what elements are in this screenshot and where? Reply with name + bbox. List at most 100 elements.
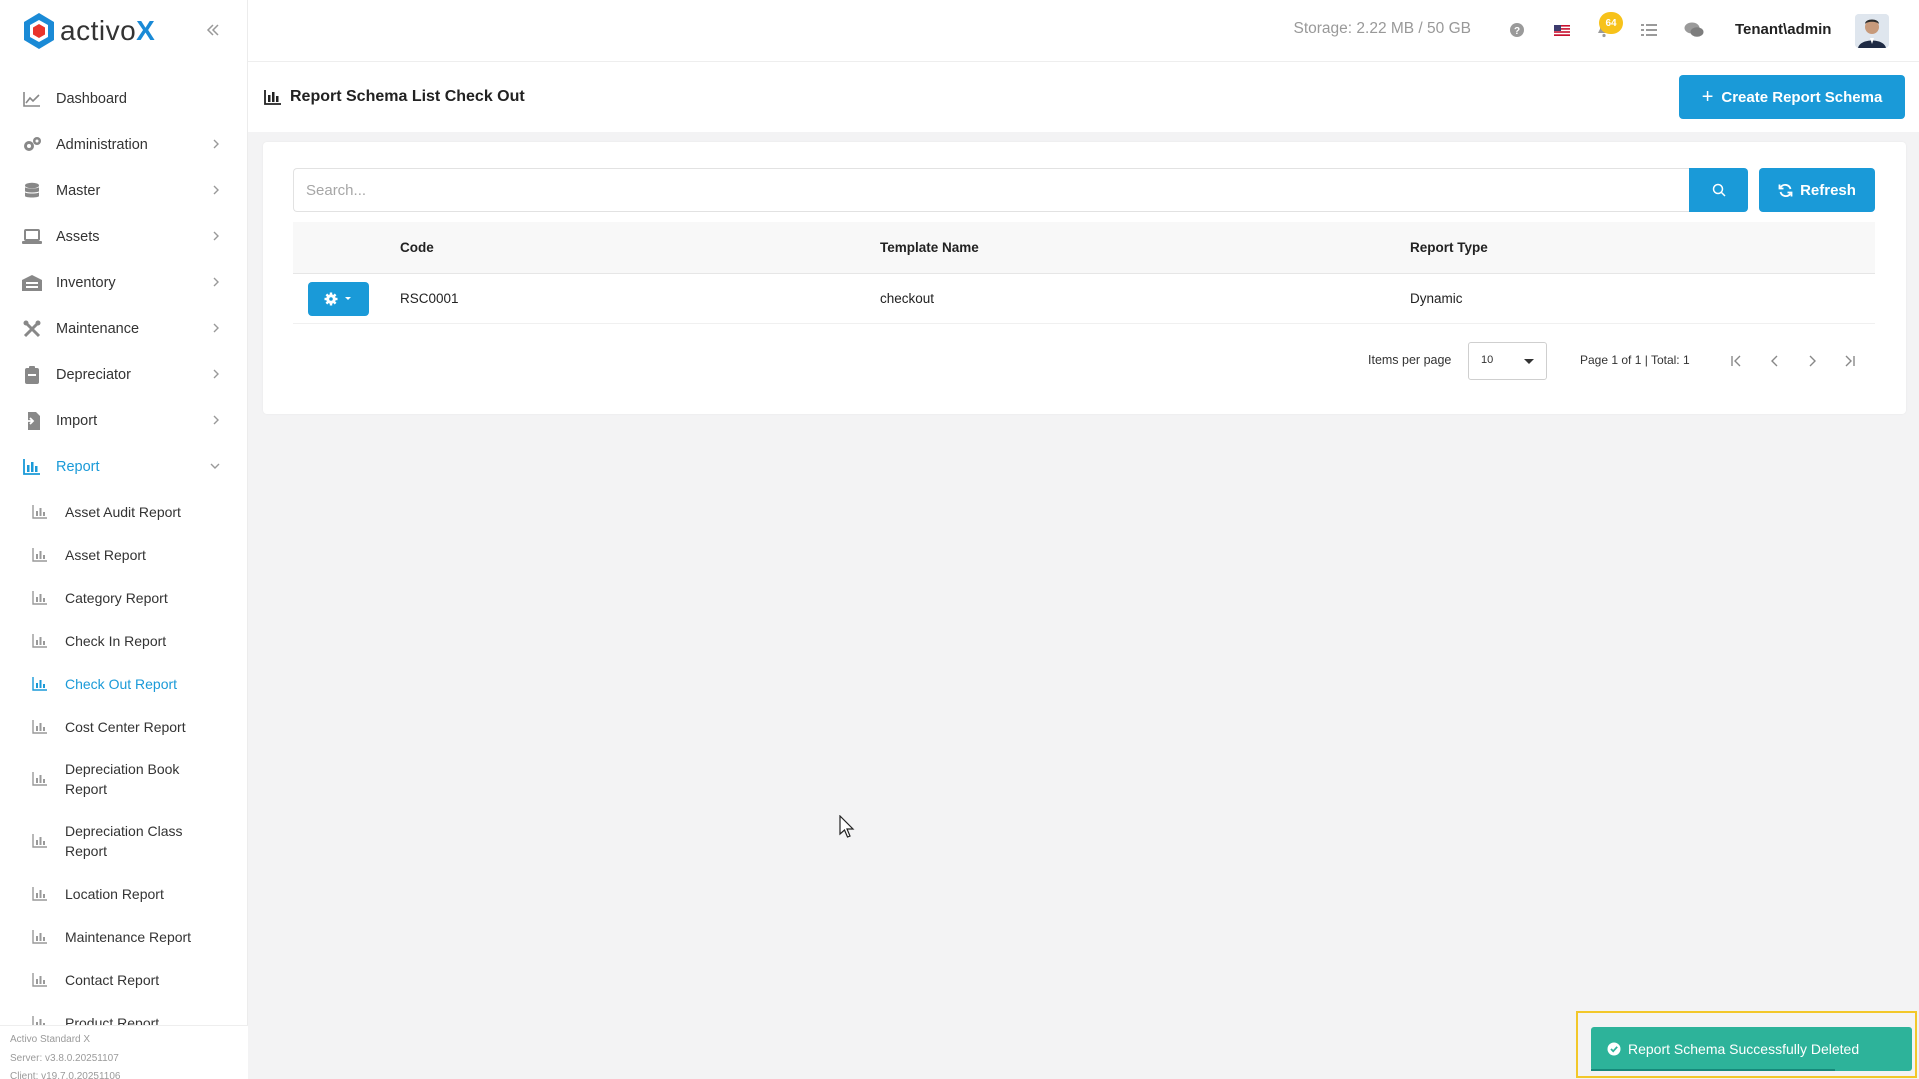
items-per-page-value: 10 xyxy=(1481,354,1494,366)
avatar[interactable] xyxy=(1855,14,1889,48)
toast-progress-bar xyxy=(1591,1069,1835,1071)
sidebar-subitem-label: Maintenance Report xyxy=(65,928,192,945)
sidebar-item-label: Administration xyxy=(56,137,148,153)
cell-code: RSC0001 xyxy=(400,291,459,306)
sidebar-item-label: Master xyxy=(56,183,101,199)
sidebar-nav: Dashboard Administration Master Assets I… xyxy=(0,76,247,1025)
user-name[interactable]: Tenant\admin xyxy=(1735,21,1831,38)
sidebar-subitem-product-report[interactable]: Product Report xyxy=(0,1001,247,1025)
sidebar-item-dashboard[interactable]: Dashboard xyxy=(0,76,247,122)
next-page-button[interactable] xyxy=(1801,350,1823,372)
first-page-button[interactable] xyxy=(1726,350,1748,372)
gears-icon xyxy=(22,135,42,155)
last-page-button[interactable] xyxy=(1838,350,1860,372)
tasks-icon[interactable] xyxy=(1639,20,1659,40)
sidebar-subitem-label: Asset Report xyxy=(65,546,146,563)
sidebar-item-label: Import xyxy=(56,413,98,429)
cell-template-name: checkout xyxy=(880,291,935,306)
sidebar-item-depreciator[interactable]: Depreciator xyxy=(0,352,247,398)
search-input[interactable] xyxy=(294,169,1689,211)
sidebar-subitem-maintenance-report[interactable]: Maintenance Report xyxy=(0,915,247,958)
file-import-icon xyxy=(22,411,42,431)
chevron-down-icon xyxy=(210,463,220,469)
storage-usage: Storage: 2.22 MB / 50 GB xyxy=(1293,20,1472,37)
sidebar-subitem-depreciation-book-report[interactable]: Depreciation Book Report xyxy=(0,748,247,810)
sidebar-item-label: Report xyxy=(56,459,100,475)
database-icon xyxy=(22,181,42,201)
items-per-page-select[interactable]: 10 xyxy=(1468,342,1547,380)
previous-page-button[interactable] xyxy=(1764,350,1786,372)
gear-icon xyxy=(324,292,338,306)
sidebar-subitem-depreciation-class-report[interactable]: Depreciation Class Report xyxy=(0,810,247,872)
sidebar-item-label: Depreciator xyxy=(56,367,131,383)
sidebar-item-import[interactable]: Import xyxy=(0,398,247,444)
chevron-right-icon xyxy=(213,369,219,379)
collapse-sidebar-button[interactable] xyxy=(205,18,221,44)
search-field[interactable] xyxy=(293,168,1689,212)
sidebar-subitem-asset-audit-report[interactable]: Asset Audit Report xyxy=(0,490,247,533)
sidebar-subitem-label: Asset Audit Report xyxy=(65,503,181,520)
bar-chart-icon xyxy=(32,972,47,987)
sidebar-subitem-location-report[interactable]: Location Report xyxy=(0,872,247,915)
items-per-page-label: Items per page xyxy=(1368,353,1452,367)
caret-down-icon xyxy=(345,297,351,300)
create-report-schema-label: Create Report Schema xyxy=(1721,88,1883,106)
line-chart-icon xyxy=(22,89,42,109)
activox-logo-icon xyxy=(24,13,54,49)
server-version-text: Server: v3.8.0.20251107 xyxy=(10,1052,119,1064)
sidebar-subitem-check-out-report[interactable]: Check Out Report xyxy=(0,662,247,705)
sidebar-item-inventory[interactable]: Inventory xyxy=(0,260,247,306)
page-info: Page 1 of 1 | Total: 1 xyxy=(1580,353,1690,367)
column-header-report-type[interactable]: Report Type xyxy=(1410,240,1488,255)
sidebar-item-report[interactable]: Report xyxy=(0,444,247,490)
row-actions-button[interactable] xyxy=(308,282,369,316)
sidebar-item-assets[interactable]: Assets xyxy=(0,214,247,260)
bar-chart-icon xyxy=(32,504,47,519)
page-title: Report Schema List Check Out xyxy=(264,88,525,106)
refresh-icon xyxy=(1778,183,1793,197)
calculator-icon xyxy=(22,365,42,385)
sidebar-subitem-cost-center-report[interactable]: Cost Center Report xyxy=(0,705,247,748)
bar-chart-icon xyxy=(32,719,47,734)
chat-icon[interactable] xyxy=(1684,20,1704,40)
chevron-right-icon xyxy=(213,139,219,149)
create-report-schema-button[interactable]: + Create Report Schema xyxy=(1679,75,1905,119)
bar-chart-icon xyxy=(32,929,47,944)
us-flag-icon[interactable] xyxy=(1552,20,1572,40)
search-button[interactable] xyxy=(1689,168,1748,212)
help-icon[interactable]: ? xyxy=(1507,20,1527,40)
bar-chart-icon xyxy=(32,590,47,605)
sidebar-subitem-category-report[interactable]: Category Report xyxy=(0,576,247,619)
sidebar-subitem-label: Check In Report xyxy=(65,632,167,649)
success-toast[interactable]: Report Schema Successfully Deleted xyxy=(1591,1027,1912,1071)
bar-chart-icon xyxy=(32,547,47,562)
chevron-right-icon xyxy=(213,323,219,333)
sidebar-subitem-asset-report[interactable]: Asset Report xyxy=(0,533,247,576)
report-schema-card: Refresh Code Template Name Report Type R… xyxy=(263,142,1906,414)
bar-chart-icon xyxy=(32,886,47,901)
sidebar-subitem-label: Category Report xyxy=(65,589,168,606)
caret-down-icon xyxy=(1524,359,1534,364)
bar-chart-icon xyxy=(32,676,47,691)
logo-text: activoX xyxy=(60,15,156,46)
last-page-icon xyxy=(1845,355,1855,367)
refresh-button[interactable]: Refresh xyxy=(1759,168,1875,212)
client-version-text: Client: v19.7.0.20251106 xyxy=(10,1071,121,1079)
chevron-right-icon xyxy=(213,415,219,425)
report-schema-table: Code Template Name Report Type RSC0001 c… xyxy=(293,222,1875,324)
sidebar-item-master[interactable]: Master xyxy=(0,168,247,214)
column-header-code[interactable]: Code xyxy=(400,240,434,255)
logo[interactable]: activoX xyxy=(0,0,247,62)
sidebar-item-maintenance[interactable]: Maintenance xyxy=(0,306,247,352)
sidebar-item-administration[interactable]: Administration xyxy=(0,122,247,168)
bar-chart-icon xyxy=(22,457,42,477)
sidebar-subitem-check-in-report[interactable]: Check In Report xyxy=(0,619,247,662)
column-header-template-name[interactable]: Template Name xyxy=(880,240,979,255)
sidebar-item-label: Dashboard xyxy=(56,91,127,107)
table-row: RSC0001 checkout Dynamic xyxy=(293,274,1875,324)
warehouse-icon xyxy=(22,273,42,293)
chevron-right-icon xyxy=(213,231,219,241)
mouse-cursor-icon xyxy=(839,815,855,838)
svg-text:?: ? xyxy=(1514,26,1520,37)
sidebar-subitem-contact-report[interactable]: Contact Report xyxy=(0,958,247,1001)
